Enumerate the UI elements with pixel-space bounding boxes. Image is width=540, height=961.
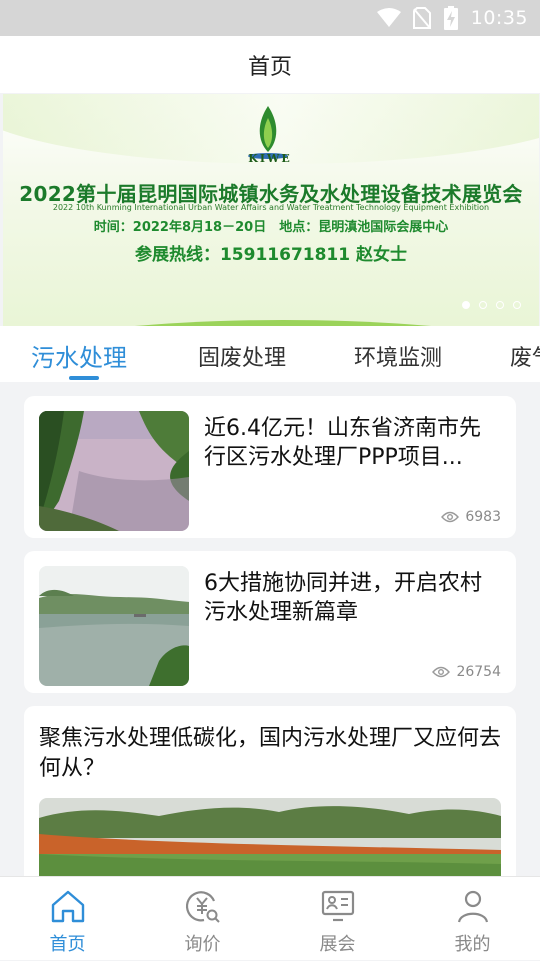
status-icons: 10:35 <box>376 0 528 36</box>
banner-subtitle: 2022 10th Kunming International Urban Wa… <box>52 203 490 212</box>
tab-solid-waste[interactable]: 固废处理 <box>198 340 286 372</box>
banner-info: 时间：2022年8月18－20日 地点：昆明滇池国际会展中心 <box>93 220 449 235</box>
eye-icon <box>441 511 460 523</box>
article-thumbnail <box>39 411 189 531</box>
article-card[interactable]: 近6.4亿元！山东省济南市先行区污水处理厂PPP项目... 6983 <box>24 396 516 538</box>
eye-icon <box>432 666 451 678</box>
inquiry-icon <box>185 891 220 923</box>
nav-label: 展会 <box>319 934 356 955</box>
no-sim-icon <box>412 7 431 29</box>
bottom-nav: 首页 询价 展会 我的 <box>0 876 540 960</box>
tab-sewage-treatment[interactable]: 污水处理 <box>31 338 127 373</box>
wifi-icon <box>376 8 401 27</box>
carousel-dots <box>462 301 521 309</box>
top-bar: 首页 <box>0 36 540 93</box>
view-count: 6983 <box>441 509 501 525</box>
article-thumbnail <box>39 566 189 686</box>
nav-exhibition[interactable]: 展会 <box>270 877 405 961</box>
banner-hotline: 参展热线：15911671811 赵女士 <box>134 245 408 265</box>
article-title: 近6.4亿元！山东省济南市先行区污水处理厂PPP项目... <box>204 416 481 470</box>
exhibition-icon <box>321 890 354 922</box>
article-card[interactable]: 6大措施协同并进，开启农村污水处理新篇章 26754 <box>24 551 516 693</box>
view-count-value: 6983 <box>465 509 501 525</box>
home-icon <box>51 890 84 923</box>
nav-home[interactable]: 首页 <box>0 877 135 961</box>
nav-label: 询价 <box>184 934 221 955</box>
status-bar: 10:35 <box>0 0 540 36</box>
view-count-value: 26754 <box>456 664 501 680</box>
banner-carousel[interactable]: KIWE 2022第十届昆明国际城镇水务及水处理设备技术展览会 2022 10t… <box>3 94 539 326</box>
nav-label: 首页 <box>49 934 86 955</box>
tab-waste-gas[interactable]: 废气 <box>510 340 540 372</box>
active-tab-indicator <box>69 376 99 380</box>
nav-profile[interactable]: 我的 <box>405 877 540 961</box>
carousel-dot[interactable] <box>513 301 521 309</box>
carousel-dot[interactable] <box>462 301 470 309</box>
profile-icon <box>457 890 488 923</box>
view-count: 26754 <box>432 664 501 680</box>
carousel-dot[interactable] <box>496 301 504 309</box>
article-title: 聚焦污水处理低碳化，国内污水处理厂又应何去何从？ <box>39 726 502 781</box>
status-time: 10:35 <box>470 7 528 29</box>
tab-environment-monitoring[interactable]: 环境监测 <box>354 340 442 372</box>
carousel-dot[interactable] <box>479 301 487 309</box>
page-title: 首页 <box>247 54 292 80</box>
category-tabs: 污水处理 固废处理 环境监测 废气 <box>0 326 540 382</box>
article-title: 6大措施协同并进，开启农村污水处理新篇章 <box>204 571 482 625</box>
nav-label: 我的 <box>454 934 491 955</box>
battery-charging-icon <box>443 6 458 30</box>
logo-text: KIWE <box>248 152 292 165</box>
nav-inquiry[interactable]: 询价 <box>135 877 270 961</box>
